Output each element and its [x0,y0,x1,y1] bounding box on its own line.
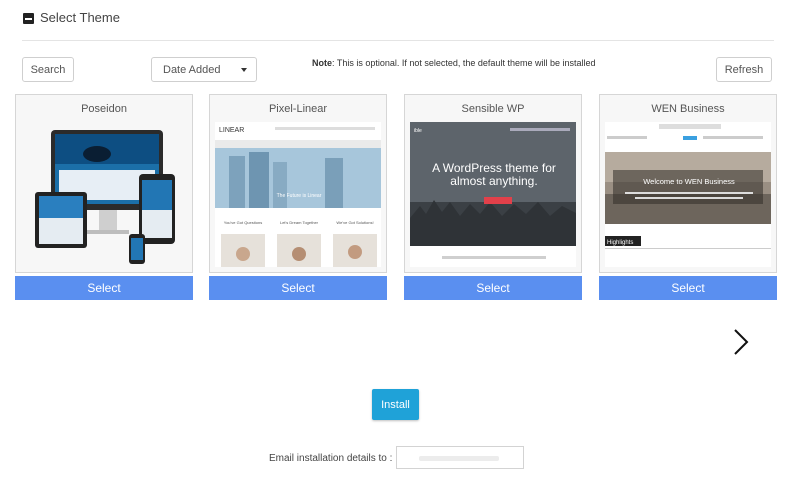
select-sensible-wp-button[interactable]: Select [404,276,582,300]
chevron-down-icon [241,68,247,72]
sort-select-value: Date Added [163,63,221,76]
preview-brand: ible [414,128,422,134]
install-button[interactable]: Install [372,389,419,420]
theme-name: WEN Business [651,103,725,115]
select-poseidon-button[interactable]: Select [15,276,193,300]
theme-name: Poseidon [81,103,127,115]
preview-headline-1: A WordPress theme for [432,161,556,175]
select-pixel-linear-button[interactable]: Select [209,276,387,300]
theme-preview-wen-business: Welcome to WEN Business Highlights [605,122,771,267]
theme-card-poseidon[interactable]: Poseidon [15,94,193,273]
theme-card-wen-business[interactable]: WEN Business Welcome to WEN Business Hig… [599,94,777,273]
theme-card-sensible-wp[interactable]: Sensible WP ible A WordPress theme for a… [404,94,582,273]
preview-hero-title: Welcome to WEN Business [643,177,735,186]
note-text: : This is optional. If not selected, the… [332,58,596,68]
preview-logo: LINEAR [219,127,244,134]
theme-preview-pixel-linear: LINEAR The Future is Linear You've Got Q… [215,122,381,267]
theme-preview-sensible-wp: ible A WordPress theme for almost anythi… [410,122,576,267]
collapse-icon[interactable] [23,13,34,24]
preview-headline-2: almost anything. [450,174,537,188]
theme-card-pixel-linear[interactable]: Pixel-Linear LINEAR The Future is Linear… [209,94,387,273]
optional-note: Note: This is optional. If not selected,… [312,58,595,68]
theme-name: Sensible WP [461,103,525,115]
sort-select[interactable]: Date Added [151,57,257,82]
email-label: Email installation details to : [269,453,393,464]
preview-col-1: You've Got Questions [224,220,262,225]
theme-name: Pixel-Linear [268,103,328,115]
preview-hero-text: The Future is Linear [277,193,322,199]
preview-highlights: Highlights [607,240,633,246]
search-button[interactable]: Search [22,57,74,82]
header-divider [22,40,774,41]
select-wen-business-button[interactable]: Select [599,276,777,300]
section-title: Select Theme [40,10,120,25]
preview-col-2: Let's Dream Together [280,220,319,225]
chevron-right-icon[interactable] [728,328,754,356]
theme-preview-poseidon [21,122,187,267]
email-value-redacted [419,456,499,461]
note-label: Note [312,58,332,68]
email-input[interactable] [396,446,524,469]
preview-col-3: We've Got Solutions! [336,220,373,225]
refresh-button[interactable]: Refresh [716,57,772,82]
